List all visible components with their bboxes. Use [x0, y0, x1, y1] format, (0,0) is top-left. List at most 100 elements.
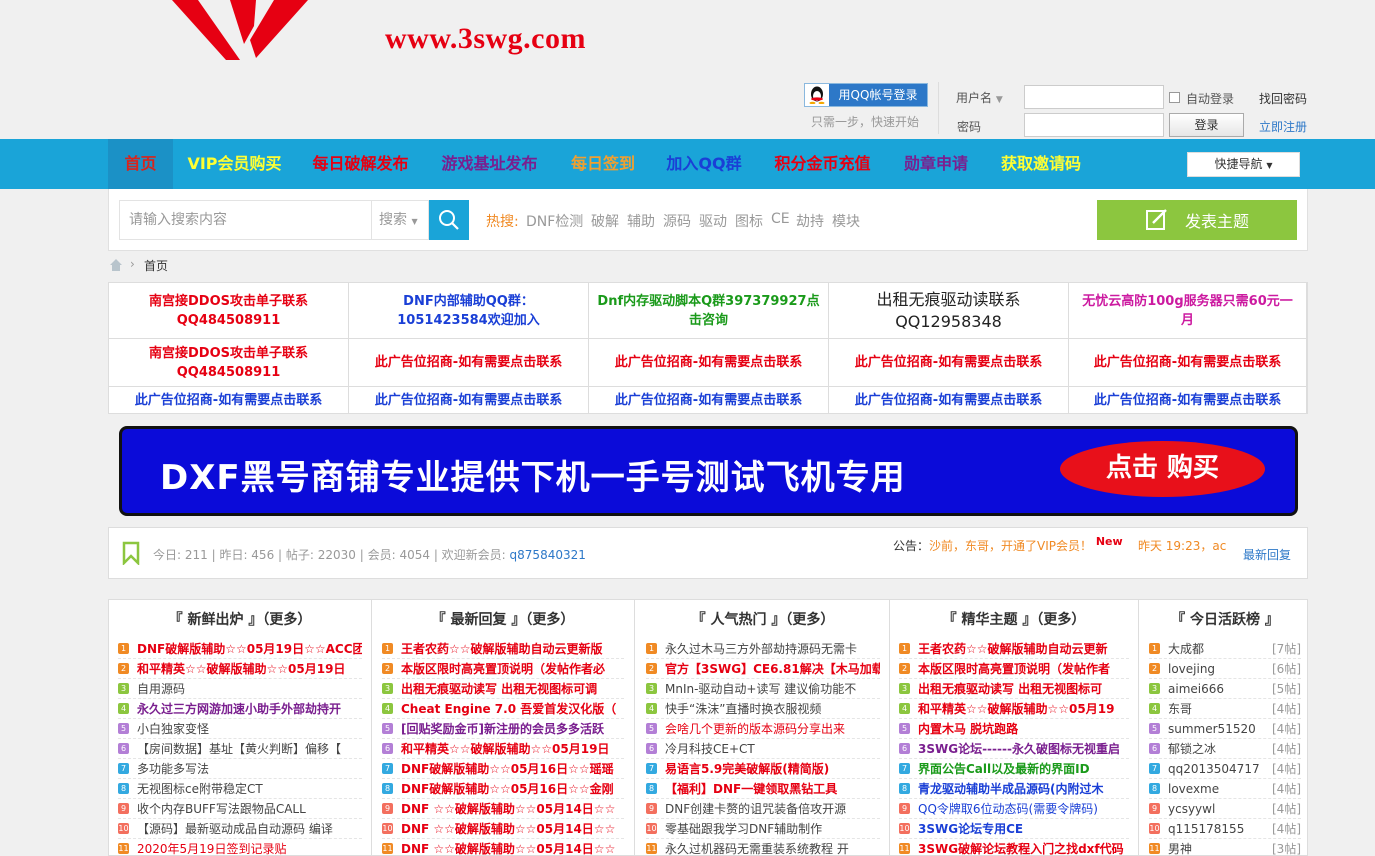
list-item-title[interactable]: 本版区限时高亮置顶说明（发帖作者必 — [401, 660, 605, 677]
list-item-title[interactable]: 收个内存BUFF写法跟物品CALL — [137, 800, 306, 817]
list-item-title[interactable]: 冷月科技CE+CT — [665, 740, 755, 757]
list-item-title[interactable]: 3SWG破解论坛教程入门之找dxf代码 — [918, 840, 1124, 856]
find-password-link[interactable]: 找回密码 — [1259, 90, 1307, 107]
list-item[interactable]: 10 3SWG论坛专用CE — [899, 819, 1129, 839]
list-item-title[interactable]: aimei666 — [1168, 682, 1224, 696]
hot-word[interactable]: 辅助 — [627, 211, 655, 231]
ad-cell[interactable]: DNF内部辅助QQ群： 1051423584欢迎加入 — [349, 283, 589, 339]
list-item-title[interactable]: Cheat Engine 7.0 吾爱首发汉化版（ — [401, 700, 616, 717]
list-item-title[interactable]: 快手“洙沫”直播时换衣服视频 — [665, 700, 821, 717]
hot-word[interactable]: 破解 — [591, 211, 619, 231]
post-topic-button[interactable]: 发表主题 — [1097, 200, 1297, 240]
list-item-title[interactable]: 【福利】DNF一键领取黑钻工具 — [665, 780, 837, 797]
ad-cell[interactable]: 此广告位招商-如有需要点击联系 — [349, 387, 589, 414]
list-item[interactable]: 4 和平精英☆☆破解版辅助☆☆05月19 — [899, 699, 1129, 719]
nav-item-invite-code[interactable]: 获取邀请码 — [986, 139, 1096, 189]
hot-word[interactable]: 劫持 — [796, 211, 824, 231]
list-item[interactable]: 5 会啥几个更新的版本源码分享出来 — [646, 719, 880, 739]
ad-cell[interactable]: Dnf内存驱动脚本Q群397379927点击咨询 — [589, 283, 829, 339]
list-item[interactable]: 11 DNF ☆☆破解版辅助☆☆05月14日☆☆ — [382, 839, 624, 856]
list-item-title[interactable]: [回贴奖励金币]新注册的会员多多活跃 — [401, 720, 604, 737]
list-item-title[interactable]: 自用源码 — [137, 680, 185, 697]
latest-reply-link[interactable]: 最新回复 — [1243, 546, 1291, 563]
ad-cell[interactable]: 此广告位招商-如有需要点击联系 — [829, 387, 1069, 414]
nav-item-daily-crack[interactable]: 每日破解发布 — [297, 139, 424, 189]
list-item[interactable]: 7 qq2013504717 [4帖] — [1149, 759, 1301, 779]
column-title-latest-replies[interactable]: 『 最新回复 』（更多） — [382, 609, 624, 629]
hot-word[interactable]: 源码 — [663, 211, 691, 231]
new-member-link[interactable]: q875840321 — [510, 548, 586, 562]
list-item-title[interactable]: DNF ☆☆破解版辅助☆☆05月14日☆☆ — [401, 800, 615, 817]
list-item[interactable]: 1 DNF破解版辅助☆☆05月19日☆☆ACC团 — [118, 639, 362, 659]
list-item-title[interactable]: DNF ☆☆破解版辅助☆☆05月14日☆☆ — [401, 820, 615, 837]
list-item-title[interactable]: 2020年5月19日签到记录贴 — [137, 840, 286, 856]
list-item[interactable]: 7 界面公告Call以及最新的界面ID — [899, 759, 1129, 779]
list-item[interactable]: 6 3SWG论坛------永久破图标无视重启 — [899, 739, 1129, 759]
list-item[interactable]: 7 DNF破解版辅助☆☆05月16日☆☆瑶瑶 — [382, 759, 624, 779]
column-title-new-topics[interactable]: 『 新鲜出炉 』（更多） — [118, 609, 362, 629]
list-item-title[interactable]: DNF破解版辅助☆☆05月19日☆☆ACC团 — [137, 640, 362, 657]
register-link[interactable]: 立即注册 — [1259, 118, 1307, 135]
list-item[interactable]: 3 出租无痕驱动读写 出租无视图标可 — [899, 679, 1129, 699]
nav-item-vip[interactable]: VIP会员购买 — [173, 139, 296, 189]
list-item[interactable]: 8 DNF破解版辅助☆☆05月16日☆☆金刚 — [382, 779, 624, 799]
list-item-title[interactable]: 无视图标ce附带稳定CT — [137, 780, 263, 797]
list-item-title[interactable]: MnIn-驱动自动+读写 建议偷功能不 — [665, 680, 856, 697]
list-item[interactable]: 1 王者农药☆☆破解版辅助自动云更新 — [899, 639, 1129, 659]
list-item-title[interactable]: 王者农药☆☆破解版辅助自动云更新版 — [401, 640, 603, 657]
list-item[interactable]: 10 q115178155 [4帖] — [1149, 819, 1301, 839]
list-item[interactable]: 2 本版区限时高亮置顶说明（发帖作者 — [899, 659, 1129, 679]
list-item[interactable]: 1 大成都 [7帖] — [1149, 639, 1301, 659]
column-title-featured-topics[interactable]: 『 精华主题 』（更多） — [899, 609, 1129, 629]
list-item-title[interactable]: 3SWG论坛专用CE — [918, 820, 1023, 837]
list-item-title[interactable]: QQ令牌取6位动态码(需要令牌码) — [918, 800, 1098, 817]
list-item[interactable]: 7 多功能多写法 — [118, 759, 362, 779]
list-item[interactable]: 9 DNF ☆☆破解版辅助☆☆05月14日☆☆ — [382, 799, 624, 819]
list-item-title[interactable]: DNF破解版辅助☆☆05月16日☆☆瑶瑶 — [401, 760, 614, 777]
list-item[interactable]: 6 郁锁之冰 [4帖] — [1149, 739, 1301, 759]
list-item-title[interactable]: lovexme — [1168, 782, 1219, 796]
username-input[interactable] — [1024, 85, 1164, 109]
list-item[interactable]: 11 永久过机器码无需重装系统教程 开 — [646, 839, 880, 856]
list-item-title[interactable]: 出租无痕驱动读写 出租无视图标可调 — [401, 680, 597, 697]
list-item-title[interactable]: DNF破解版辅助☆☆05月16日☆☆金刚 — [401, 780, 614, 797]
list-item[interactable]: 9 ycsyywl [4帖] — [1149, 799, 1301, 819]
list-item-title[interactable]: DNF创建卡赘的诅咒装备倍攻开源 — [665, 800, 846, 817]
list-item-title[interactable]: 男神 — [1168, 840, 1192, 856]
list-item-title[interactable]: ycsyywl — [1168, 802, 1215, 816]
list-item[interactable]: 6 和平精英☆☆破解版辅助☆☆05月19日 — [382, 739, 624, 759]
list-item[interactable]: 9 收个内存BUFF写法跟物品CALL — [118, 799, 362, 819]
list-item-title[interactable]: 永久过三方网游加速小助手外部劫持开 — [137, 700, 341, 717]
list-item[interactable]: 2 和平精英☆☆破解版辅助☆☆05月19日 — [118, 659, 362, 679]
home-icon[interactable] — [109, 258, 123, 272]
list-item[interactable]: 3 出租无痕驱动读写 出租无视图标可调 — [382, 679, 624, 699]
list-item-title[interactable]: 永久过木马三方外部劫持源码无需卡 — [665, 640, 857, 657]
column-title-hot-topics[interactable]: 『 人气热门 』（更多） — [646, 609, 880, 629]
list-item[interactable]: 4 永久过三方网游加速小助手外部劫持开 — [118, 699, 362, 719]
list-item[interactable]: 4 Cheat Engine 7.0 吾爱首发汉化版（ — [382, 699, 624, 719]
username-label[interactable]: 用户名 ▼ — [956, 89, 1003, 106]
list-item[interactable]: 4 东哥 [4帖] — [1149, 699, 1301, 719]
ad-cell[interactable]: 出租无痕驱动读联系QQ12958348 — [829, 283, 1069, 339]
list-item[interactable]: 1 永久过木马三方外部劫持源码无需卡 — [646, 639, 880, 659]
list-item-title[interactable]: 青龙驱动辅助半成品源码(内附过木 — [918, 780, 1104, 797]
list-item-title[interactable]: qq2013504717 — [1168, 762, 1260, 776]
search-input[interactable]: 请输入搜索内容 — [119, 200, 372, 240]
list-item-title[interactable]: 【房间数据】基址【黄火判断】偏移【 — [137, 740, 341, 757]
list-item-title[interactable]: 郁锁之冰 — [1168, 740, 1216, 757]
auto-login-checkbox[interactable] — [1169, 92, 1180, 103]
hot-word[interactable]: CE — [771, 211, 790, 227]
list-item-title[interactable]: lovejing — [1168, 662, 1215, 676]
hot-word[interactable]: 图标 — [735, 211, 763, 231]
list-item-title[interactable]: 和平精英☆☆破解版辅助☆☆05月19 — [918, 700, 1114, 717]
qq-login-button[interactable]: 用QQ帐号登录 — [804, 83, 928, 107]
nav-item-recharge[interactable]: 积分金币充值 — [760, 139, 885, 189]
list-item-title[interactable]: 东哥 — [1168, 700, 1192, 717]
ad-cell[interactable]: 无忧云高防100g服务器只需60元一月 — [1069, 283, 1307, 339]
nav-item-medal[interactable]: 勋章申请 — [890, 139, 982, 189]
ad-cell[interactable]: 此广告位招商-如有需要点击联系 — [589, 339, 829, 387]
ad-cell[interactable]: 此广告位招商-如有需要点击联系 — [1069, 339, 1307, 387]
hot-word[interactable]: 驱动 — [699, 211, 727, 231]
list-item[interactable]: 4 快手“洙沫”直播时换衣服视频 — [646, 699, 880, 719]
ad-cell[interactable]: 此广告位招商-如有需要点击联系 — [829, 339, 1069, 387]
